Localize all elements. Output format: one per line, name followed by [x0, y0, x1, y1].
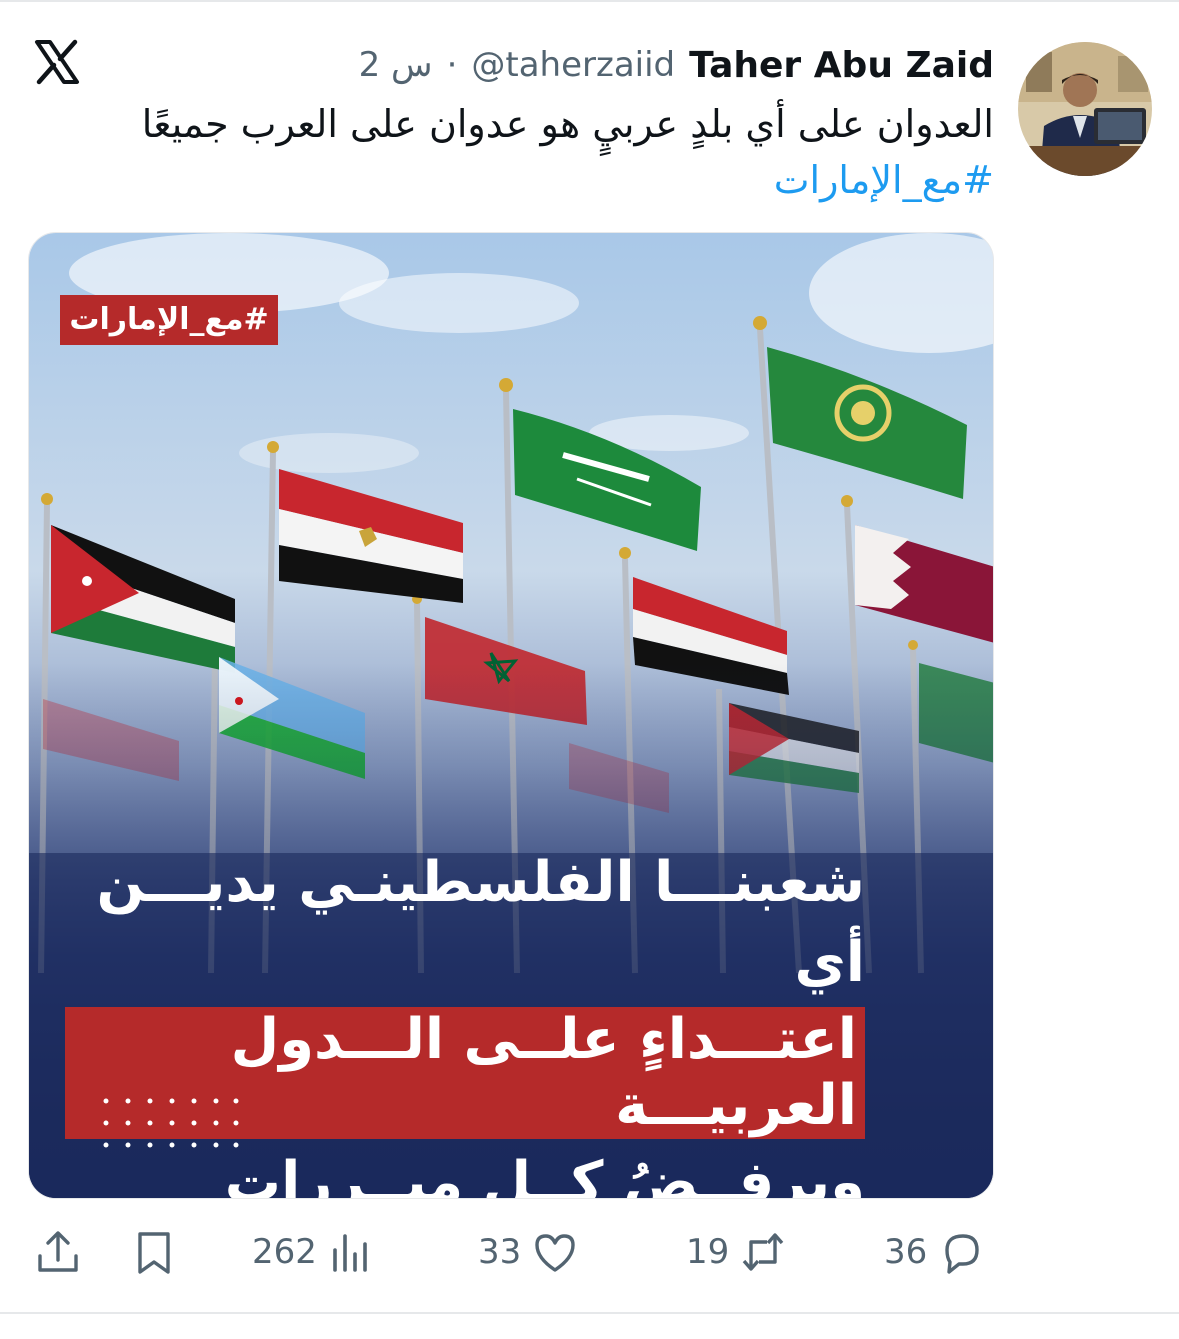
bookmark-icon — [130, 1228, 178, 1276]
bookmark-button[interactable] — [130, 1220, 178, 1284]
views-count: 262 — [252, 1232, 317, 1272]
author-handle[interactable]: @taherzaiid — [471, 45, 675, 85]
tweet-header: Taher Abu Zaid @taherzaiid · 2 س — [359, 40, 994, 90]
share-button[interactable] — [34, 1220, 82, 1284]
avatar[interactable] — [1018, 42, 1152, 176]
headline-line-1: شعبنـــا الفلسطينـي يديـــن أي — [96, 850, 866, 995]
like-count: 33 — [478, 1232, 522, 1272]
tweet-text: العدوان على أي بلدٍ عربيٍ هو عدوان على ا… — [141, 102, 994, 146]
decorative-dots — [102, 1095, 242, 1155]
like-button[interactable]: 33 — [478, 1220, 579, 1284]
tweet-action-bar: 36 19 33 262 — [0, 1220, 1179, 1284]
retweet-count: 19 — [686, 1232, 730, 1272]
retweet-icon — [739, 1228, 787, 1276]
reply-icon — [937, 1228, 985, 1276]
separator-dot: · — [446, 45, 458, 85]
tweet-timestamp[interactable]: 2 س — [359, 45, 433, 85]
retweet-button[interactable]: 19 — [686, 1220, 787, 1284]
tweet-media-image[interactable]: #مع_الإمارات شعبنـــا الفلسطينـي يديـــن… — [28, 232, 994, 1199]
x-logo-icon[interactable] — [33, 38, 81, 86]
bottom-divider — [0, 1312, 1179, 1314]
views-button[interactable]: 262 — [252, 1220, 375, 1284]
analytics-icon — [327, 1228, 375, 1276]
reply-count: 36 — [884, 1232, 928, 1272]
author-name[interactable]: Taher Abu Zaid — [689, 45, 994, 86]
share-icon — [34, 1228, 82, 1276]
top-divider — [0, 0, 1179, 5]
image-hashtag-banner: #مع_الإمارات — [60, 295, 278, 345]
heart-icon — [531, 1228, 579, 1276]
reply-button[interactable]: 36 — [884, 1220, 985, 1284]
hashtag-link[interactable]: #مع_الإمارات — [774, 152, 994, 208]
